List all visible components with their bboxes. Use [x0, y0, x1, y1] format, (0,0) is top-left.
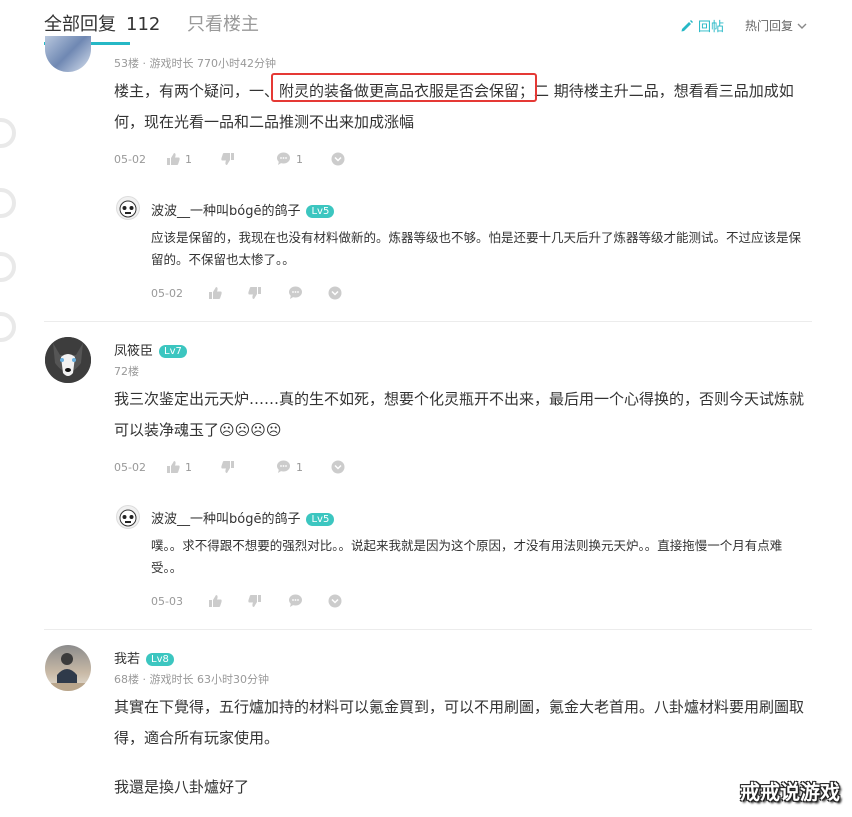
edge-decoration: [0, 252, 16, 282]
avatar[interactable]: [116, 196, 140, 220]
dislike-button[interactable]: [221, 460, 276, 474]
thumbs-up-icon: [209, 287, 222, 299]
more-button[interactable]: [331, 152, 386, 166]
more-button[interactable]: [328, 286, 368, 300]
tab-all-replies[interactable]: 全部回复 112: [44, 10, 160, 36]
comment-button[interactable]: 1: [276, 460, 331, 474]
comment-icon: [289, 286, 302, 299]
divider: [44, 629, 812, 630]
thumbs-down-icon: [248, 595, 261, 607]
thumbs-up-icon: [209, 595, 222, 607]
username[interactable]: 波波__一种叫bógē的鸽子: [151, 512, 300, 527]
panda-face-icon: [119, 509, 137, 527]
like-button[interactable]: [208, 286, 248, 300]
level-badge: Lv8: [146, 653, 174, 666]
level-badge: Lv5: [306, 205, 335, 218]
floor-meta: 53楼 · 游戏时长 770小时42分钟: [114, 57, 276, 70]
comment-icon: [277, 152, 290, 165]
expand-circle-icon: [331, 152, 345, 166]
thumbs-down-icon: [221, 461, 234, 473]
reply-count: 112: [126, 14, 161, 35]
edge-decoration: [0, 188, 16, 218]
panda-face-icon: [119, 200, 137, 218]
post-actions: 05-02 1 1: [114, 460, 386, 474]
reply-actions: 05-02: [151, 286, 368, 300]
watermark: 戒戒说游戏: [740, 780, 840, 804]
comment-count: 1: [296, 152, 303, 166]
reply-username-row: 波波__一种叫bógē的鸽子 Lv5: [151, 508, 335, 527]
avatar[interactable]: [45, 645, 91, 691]
person-photo-icon: [51, 653, 85, 691]
username[interactable]: 凤筱臣: [114, 344, 153, 359]
dislike-button[interactable]: [248, 594, 288, 608]
husky-face-icon: [45, 337, 91, 383]
reply-button-label: 回帖: [698, 20, 725, 35]
comment-count: 1: [296, 460, 303, 474]
floor-meta: 68楼 · 游戏时长 63小时30分钟: [114, 673, 269, 686]
comment-icon: [289, 594, 302, 607]
comment-icon: [277, 460, 290, 473]
sort-label: 热门回复: [745, 19, 794, 33]
highlight-box: [271, 73, 537, 102]
username-row: 我若 Lv8: [114, 648, 174, 667]
like-count: 1: [185, 152, 192, 166]
edge-decoration: [0, 118, 16, 148]
expand-circle-icon: [331, 460, 345, 474]
edge-decoration: [0, 312, 16, 342]
pencil-icon: [681, 19, 693, 31]
chevron-down-icon: [797, 23, 807, 29]
reply-date: 05-02: [151, 286, 183, 300]
reply-button[interactable]: 回帖: [680, 16, 724, 35]
more-button[interactable]: [331, 460, 386, 474]
reply-date: 05-03: [151, 594, 183, 608]
post-content: 我三次鉴定出元天炉……真的生不如死，想要个化灵瓶开不出来，最后用一个心得换的，否…: [114, 390, 805, 439]
reply-username-row: 波波__一种叫bógē的鸽子 Lv5: [151, 200, 335, 219]
level-badge: Lv5: [306, 513, 335, 526]
expand-circle-icon: [328, 286, 342, 300]
level-badge: Lv7: [159, 345, 187, 358]
username[interactable]: 我若: [114, 652, 140, 667]
expand-circle-icon: [328, 594, 342, 608]
thumbs-down-icon: [248, 287, 261, 299]
tab-owner-only[interactable]: 只看楼主: [187, 10, 259, 36]
avatar[interactable]: [45, 337, 91, 383]
like-button[interactable]: 1: [166, 460, 221, 474]
comment-button[interactable]: [288, 594, 328, 608]
thumbs-down-icon: [221, 153, 234, 165]
reply-actions: 05-03: [151, 594, 368, 608]
post-text: 楼主，有两个疑问，一、: [114, 82, 280, 100]
comment-button[interactable]: [288, 286, 328, 300]
username-row: 凤筱臣 Lv7: [114, 340, 187, 359]
divider: [44, 321, 812, 322]
reply-content: 噗。。求不得跟不想要的强烈对比。。说起来我就是因为这个原因，才没有用法则换元天炉…: [151, 538, 783, 575]
post-date: 05-02: [114, 152, 146, 166]
username[interactable]: 波波__一种叫bógē的鸽子: [151, 204, 300, 219]
like-button[interactable]: [208, 594, 248, 608]
like-button[interactable]: 1: [166, 152, 221, 166]
dislike-button[interactable]: [248, 286, 288, 300]
more-button[interactable]: [328, 594, 368, 608]
avatar[interactable]: [116, 505, 140, 529]
thumbs-up-icon: [167, 153, 180, 165]
reply-content: 应该是保留的，我现在也没有材料做新的。炼器等级也不够。怕是还要十几天后升了炼器等…: [151, 230, 802, 267]
floor-meta: 72楼: [114, 365, 139, 378]
post-content-line: 我還是換八卦爐好了: [114, 778, 250, 796]
avatar[interactable]: [45, 36, 91, 72]
post-date: 05-02: [114, 460, 146, 474]
dislike-button[interactable]: [221, 152, 276, 166]
sort-dropdown[interactable]: 热门回复: [745, 17, 807, 34]
like-count: 1: [185, 460, 192, 474]
post-actions: 05-02 1 1: [114, 152, 386, 166]
thumbs-up-icon: [167, 461, 180, 473]
post-content: 其實在下覺得，五行爐加持的材料可以氪金買到，可以不用刷圖，氪金大老首用。八卦爐材…: [114, 698, 805, 747]
tab-all-label: 全部回复: [44, 14, 116, 35]
comment-button[interactable]: 1: [276, 152, 331, 166]
